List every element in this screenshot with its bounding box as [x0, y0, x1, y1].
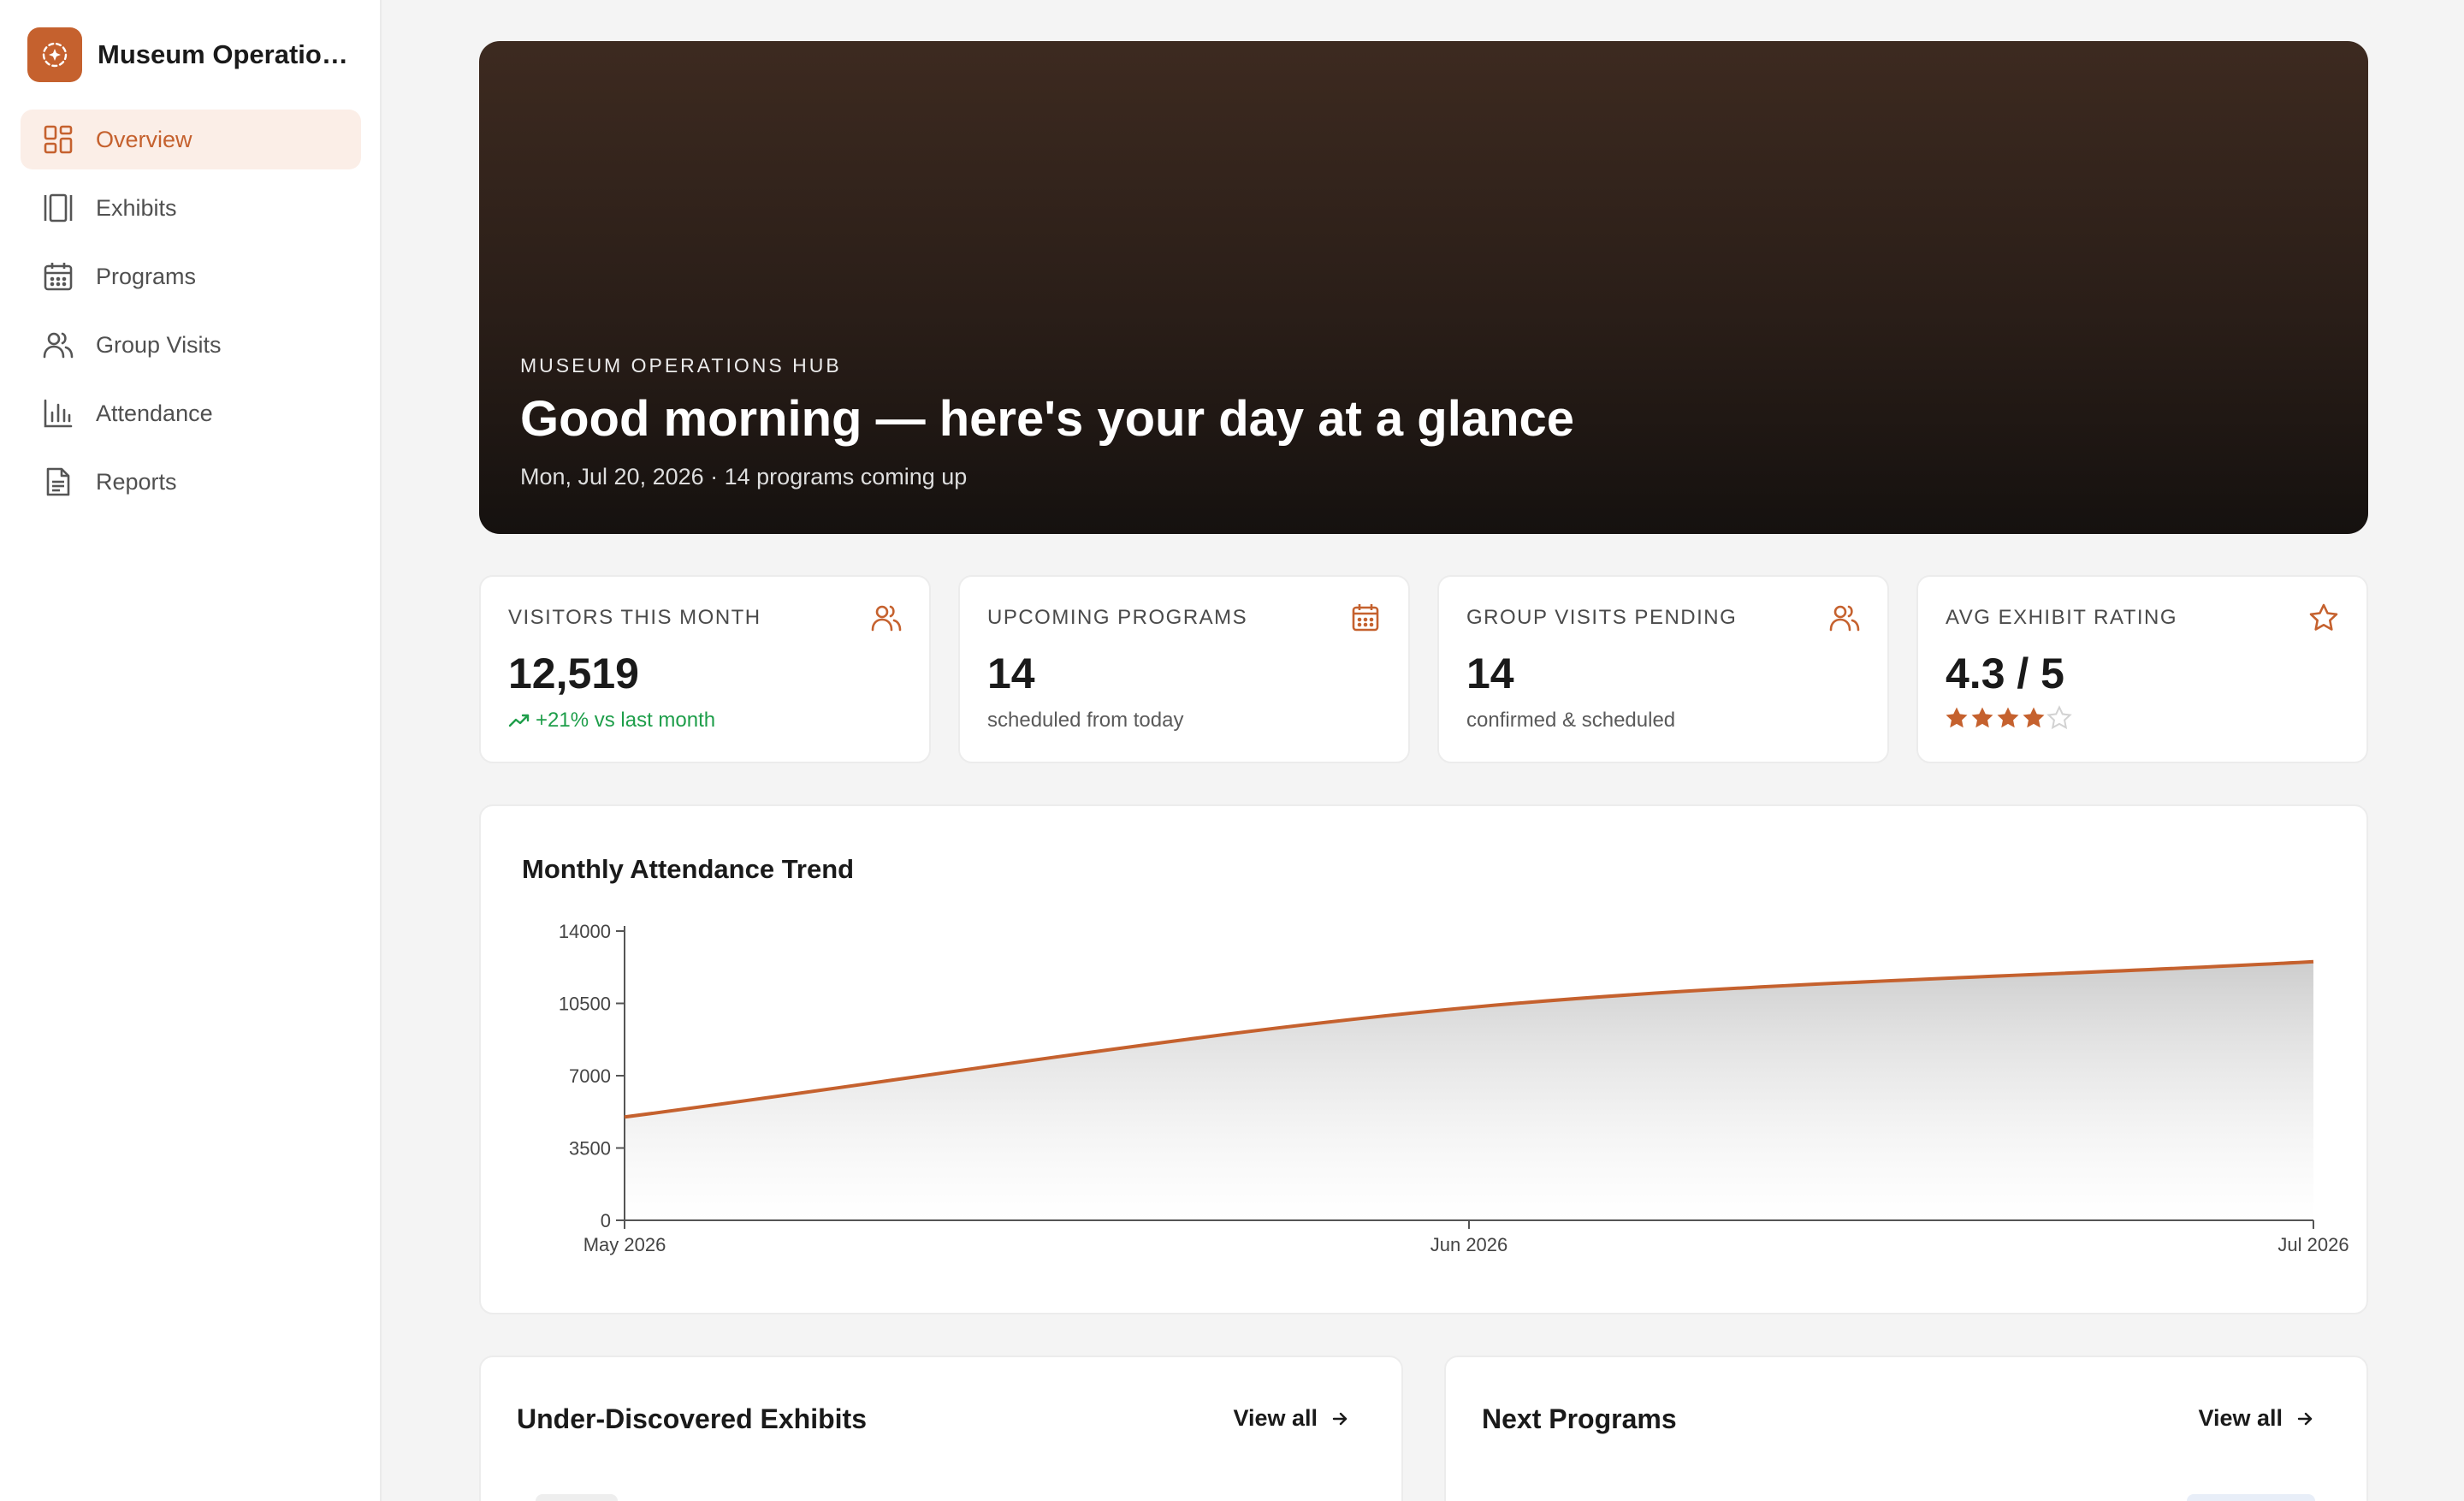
star-filled-icon [1946, 707, 1968, 728]
bar-chart-icon [41, 396, 75, 430]
x-tick-label: Jul 2026 [2277, 1234, 2348, 1255]
y-tick-label: 7000 [569, 1065, 611, 1087]
view-all-programs-link[interactable]: View all [2198, 1405, 2315, 1432]
x-tick-label: May 2026 [583, 1234, 666, 1255]
stat-label: AVG EXHIBIT RATING [1946, 606, 2178, 629]
document-icon [41, 465, 75, 499]
star-empty-icon [2046, 705, 2072, 730]
users-icon [871, 602, 902, 633]
stat-label: GROUP VISITS PENDING [1466, 606, 1738, 629]
star-filled-icon [1971, 707, 1993, 728]
stat-card-rating: AVG EXHIBIT RATING 4.3 / 5 [1916, 575, 2368, 763]
calendar-icon [41, 259, 75, 294]
sidebar-item-label: Attendance [96, 400, 213, 426]
sidebar-nav: Overview Exhibits Programs Group Visits … [21, 110, 361, 520]
chart-area [625, 961, 2313, 1220]
sidebar-item-reports[interactable]: Reports [21, 452, 361, 512]
view-all-label: View all [1233, 1405, 1318, 1431]
rating-stars [1944, 705, 2072, 731]
stat-label: UPCOMING PROGRAMS [987, 606, 1248, 629]
view-all-label: View all [2198, 1405, 2283, 1431]
hero-banner: MUSEUM OPERATIONS HUB Good morning — her… [479, 41, 2368, 534]
arrow-right-icon [1332, 1412, 1348, 1425]
star-icon [2308, 602, 2339, 633]
y-tick-label: 0 [601, 1210, 611, 1231]
stat-value: 4.3 / 5 [1946, 650, 2064, 697]
sidebar-item-attendance[interactable]: Attendance [21, 383, 361, 443]
gallery-icon [41, 191, 75, 225]
stat-label: VISITORS THIS MONTH [508, 606, 761, 629]
next-programs-card: Next Programs View all [1444, 1356, 2368, 1501]
stat-card-programs: UPCOMING PROGRAMS 14 scheduled from toda… [958, 575, 1410, 763]
y-tick-label: 14000 [559, 921, 611, 942]
arrow-right-icon [2297, 1412, 2313, 1425]
users-icon [41, 328, 75, 362]
star-filled-icon [2023, 707, 2045, 728]
sidebar-item-exhibits[interactable]: Exhibits [21, 178, 361, 238]
y-tick-label: 10500 [559, 994, 611, 1015]
stat-value: 14 [987, 650, 1035, 697]
brand[interactable]: Museum Operations Hub [27, 27, 354, 82]
app-name: Museum Operations Hub [98, 39, 354, 69]
sidebar-item-label: Programs [96, 263, 197, 289]
stat-note: +21% vs last month [536, 709, 716, 732]
page-title: Good morning — here's your day at a glan… [520, 391, 1575, 447]
y-tick-label: 3500 [569, 1138, 611, 1160]
stat-value: 14 [1466, 650, 1514, 697]
museum-logo-icon [27, 27, 82, 82]
card-title: Under-Discovered Exhibits [517, 1403, 867, 1434]
hero-subtitle: Mon, Jul 20, 2026 · 14 programs coming u… [520, 464, 968, 489]
stat-card-visitors: VISITORS THIS MONTH 12,519 +21% vs last … [479, 575, 931, 763]
attendance-chart: 0 3500 7000 10500 14000 May 2026 Jun 2026 Jul 2… [559, 921, 2349, 1255]
stat-trend: +21% vs last month [508, 709, 715, 733]
sidebar-item-programs[interactable]: Programs [21, 246, 361, 306]
list-item [2187, 1494, 2315, 1501]
calendar-icon [1350, 602, 1381, 633]
sidebar-item-group-visits[interactable]: Group Visits [21, 315, 361, 375]
card-title: Next Programs [1482, 1403, 1677, 1434]
view-all-exhibits-link[interactable]: View all [1233, 1405, 1350, 1432]
under-discovered-exhibits-card: Under-Discovered Exhibits View all [479, 1356, 1403, 1501]
stat-note: confirmed & scheduled [1466, 709, 1676, 732]
stat-value: 12,519 [508, 650, 639, 697]
stat-card-group-visits: GROUP VISITS PENDING 14 confirmed & sche… [1437, 575, 1889, 763]
sidebar-item-label: Overview [96, 126, 192, 152]
x-tick-label: Jun 2026 [1430, 1234, 1508, 1255]
stat-note: scheduled from today [987, 709, 1184, 732]
sidebar-item-label: Group Visits [96, 331, 222, 358]
hero-eyebrow: MUSEUM OPERATIONS HUB [520, 354, 842, 377]
list-item [536, 1494, 618, 1501]
sidebar-item-overview[interactable]: Overview [21, 110, 361, 169]
attendance-chart-card: Monthly Attendance Trend 0 3500 7000 10500 1… [479, 804, 2368, 1314]
star-filled-icon [1997, 707, 2019, 728]
dashboard-icon [41, 122, 75, 157]
trend-up-icon [508, 714, 530, 727]
users-icon [1829, 602, 1860, 633]
sidebar-item-label: Exhibits [96, 194, 177, 221]
sidebar: Museum Operations Hub Overview Exhibits [0, 0, 382, 1501]
sidebar-item-label: Reports [96, 468, 177, 495]
